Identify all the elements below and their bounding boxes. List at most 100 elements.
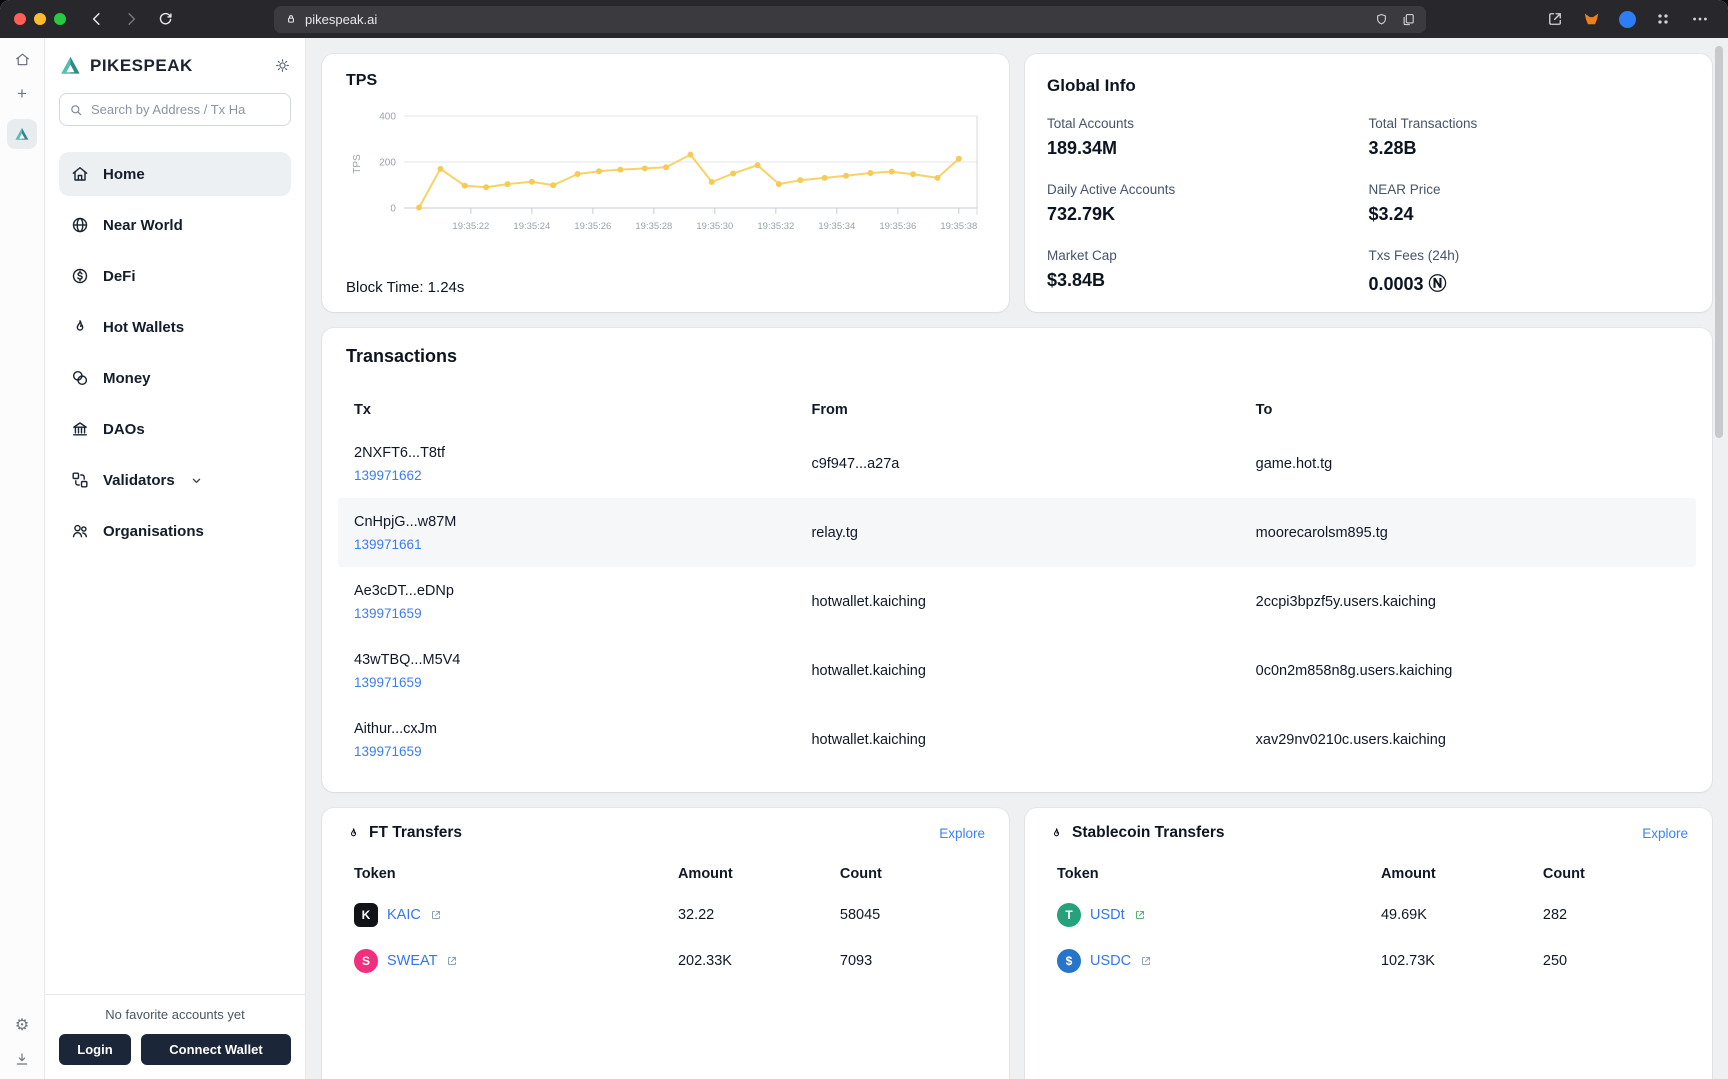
tx-to: game.hot.tg [1255, 455, 1333, 472]
svg-text:19:35:26: 19:35:26 [574, 221, 611, 232]
external-link-icon[interactable] [1140, 955, 1152, 967]
stat-total-accounts: Total Accounts 189.34M [1047, 116, 1369, 159]
tps-point [528, 178, 535, 185]
reload-button[interactable] [152, 6, 178, 32]
sidebar-item-home[interactable]: Home [59, 152, 291, 196]
tps-point [797, 177, 804, 184]
table-row: 2NXFT6...T8tf 139971662 c9f947...a27a ga… [338, 429, 1696, 498]
svg-text:19:35:22: 19:35:22 [452, 221, 489, 232]
stat-label: Total Accounts [1047, 116, 1135, 131]
sidebar-item-defi[interactable]: DeFi [59, 254, 291, 298]
count-cell: 7093 [839, 953, 873, 969]
connect-wallet-button[interactable]: Connect Wallet [141, 1034, 291, 1065]
column-header-token: Token [1057, 866, 1099, 882]
settings-icon[interactable]: ⚙ [15, 1018, 29, 1034]
back-button[interactable] [84, 6, 110, 32]
global-info-card: Global Info Total Accounts 189.34M Total… [1025, 54, 1712, 312]
tps-point [504, 181, 511, 188]
sidebar-item-organisations[interactable]: Organisations [59, 509, 291, 553]
token-link[interactable]: USDt [1090, 907, 1125, 923]
stat-value: $3.84B [1047, 270, 1106, 290]
url-bar[interactable]: pikespeak.ai [274, 5, 1426, 33]
shield-icon[interactable] [1374, 12, 1389, 27]
tps-point [483, 184, 490, 191]
tabstrip-home-icon[interactable] [14, 51, 31, 68]
tps-point [730, 170, 737, 177]
metamask-extension-icon[interactable] [1582, 10, 1601, 29]
pikespeak-tab[interactable] [7, 119, 37, 149]
new-tab-button[interactable]: + [17, 85, 27, 102]
tps-point [663, 164, 670, 171]
token-icon: K [354, 903, 378, 927]
tx-from: c9f947...a27a [811, 455, 900, 472]
sidebar-nav: Home Near World DeFi Hot Wallets Money D… [59, 152, 291, 553]
tps-point [641, 165, 648, 172]
reader-copy-icon[interactable] [1401, 12, 1416, 27]
tps-point [416, 204, 423, 211]
stat-daily-active-accounts: Daily Active Accounts 732.79K [1047, 182, 1369, 225]
wallet-extension-icon[interactable] [1619, 10, 1636, 28]
column-header-from: From [811, 402, 848, 418]
svg-text:19:35:32: 19:35:32 [757, 221, 794, 232]
tps-point [437, 165, 444, 172]
tx-block-link[interactable]: 139971661 [354, 537, 422, 552]
tx-block-link[interactable]: 139971659 [354, 744, 422, 759]
tps-point [687, 151, 694, 158]
ft-transfers-card: FT Transfers Explore Token Amount Count … [322, 808, 1009, 1079]
tps-point [708, 179, 715, 186]
svg-text:19:35:34: 19:35:34 [818, 221, 855, 232]
url-text: pikespeak.ai [305, 11, 378, 27]
table-row: CnHpjG...w87M 139971661 relay.tg mooreca… [338, 498, 1696, 567]
stat-near-price: NEAR Price $3.24 [1369, 182, 1691, 225]
stat-value: $3.24 [1368, 204, 1414, 224]
close-window-button[interactable] [14, 13, 26, 25]
tx-to: xav29nv0210c.users.kaiching [1255, 731, 1446, 748]
stat-value: 3.28B [1368, 138, 1417, 158]
explore-link[interactable]: Explore [939, 826, 985, 841]
tx-from: hotwallet.kaiching [811, 662, 926, 679]
sidebar-footer: No favorite accounts yet Login Connect W… [45, 994, 305, 1079]
chevron-down-icon [189, 473, 204, 488]
tps-card: TPS 0 200 400 TPS 19:35:22 19:35:24 19:35:26 19… [322, 54, 1009, 312]
amount-cell: 102.73K [1380, 953, 1435, 969]
sidebar-item-near-world[interactable]: Near World [59, 203, 291, 247]
tps-point [775, 181, 782, 188]
downloads-icon[interactable] [14, 1051, 30, 1067]
zoom-window-button[interactable] [54, 13, 66, 25]
external-link-icon[interactable] [1134, 909, 1146, 921]
token-link[interactable]: USDC [1090, 953, 1131, 969]
more-menu-icon[interactable] [1690, 9, 1710, 29]
explore-link[interactable]: Explore [1642, 826, 1688, 841]
tx-from: hotwallet.kaiching [811, 593, 926, 610]
tps-chart: 0 200 400 TPS 19:35:22 19:35:24 19:35:26 19:35:… [346, 98, 985, 279]
sidebar-item-hot-wallets[interactable]: Hot Wallets [59, 305, 291, 349]
external-link-icon[interactable] [430, 909, 442, 921]
tps-point [595, 168, 602, 175]
count-cell: 250 [1542, 953, 1568, 969]
tps-point [867, 170, 874, 177]
open-in-icon[interactable] [1546, 10, 1564, 28]
topbar-extensions [1546, 9, 1710, 29]
forward-button[interactable] [118, 6, 144, 32]
token-link[interactable]: SWEAT [387, 953, 437, 969]
tx-block-link[interactable]: 139971659 [354, 675, 422, 690]
tx-block-link[interactable]: 139971662 [354, 468, 422, 483]
tps-point [617, 166, 624, 173]
minimize-window-button[interactable] [34, 13, 46, 25]
search-input[interactable] [89, 101, 281, 118]
token-link[interactable]: KAIC [387, 907, 421, 923]
login-button[interactable]: Login [59, 1034, 131, 1065]
sidebar-item-daos[interactable]: DAOs [59, 407, 291, 451]
stat-market-cap: Market Cap $3.84B [1047, 248, 1369, 296]
sidebar-item-money[interactable]: Money [59, 356, 291, 400]
token-icon: $ [1057, 949, 1081, 973]
external-link-icon[interactable] [446, 955, 458, 967]
stablecoin-transfers-card: Stablecoin Transfers Explore Token Amoun… [1025, 808, 1712, 1079]
scrollbar-thumb[interactable] [1715, 46, 1723, 438]
stat-label: Market Cap [1047, 248, 1117, 263]
extensions-grid-icon[interactable] [1654, 10, 1672, 28]
theme-toggle-icon[interactable] [274, 57, 291, 74]
tps-point [550, 182, 557, 189]
sidebar-item-validators[interactable]: Validators [59, 458, 291, 502]
tx-block-link[interactable]: 139971659 [354, 606, 422, 621]
